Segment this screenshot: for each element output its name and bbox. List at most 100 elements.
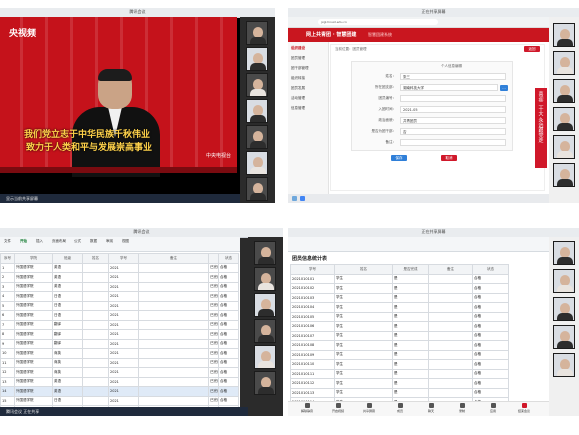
table-cell[interactable]: 12 (0, 367, 15, 378)
table-cell[interactable]: 合格 (472, 349, 509, 360)
member-id-field[interactable] (400, 95, 506, 102)
table-cell[interactable]: 日语 (52, 395, 83, 406)
table-cell[interactable] (82, 281, 109, 292)
table-cell[interactable]: 外国语学院 (14, 262, 53, 273)
meeting-control-button[interactable]: 录制 (451, 403, 473, 415)
participant-tile[interactable] (246, 73, 268, 97)
table-cell[interactable]: 合格 (218, 291, 239, 302)
table-cell[interactable] (138, 300, 209, 311)
table-cell[interactable] (82, 376, 109, 387)
table-cell[interactable]: 商英 (52, 357, 83, 368)
table-row[interactable]: 2021010113 学生是 合格 (290, 387, 509, 398)
table-cell[interactable] (428, 368, 473, 379)
table-cell[interactable]: 合格 (472, 340, 509, 351)
table-row[interactable]: 2外国语学院英语 2021 已完成合格 (0, 272, 239, 283)
table-cell[interactable] (138, 395, 209, 406)
table-cell[interactable]: 学生 (334, 273, 393, 284)
participant-tile[interactable] (254, 267, 276, 291)
table-cell[interactable]: 2021010103 (290, 292, 335, 303)
table-cell[interactable] (428, 311, 473, 322)
table-cell[interactable]: 11 (0, 357, 15, 368)
participant-tile[interactable] (553, 135, 575, 159)
table-cell[interactable]: 7 (0, 319, 15, 330)
table-cell[interactable] (428, 321, 473, 332)
table-cell[interactable] (82, 367, 109, 378)
table-cell[interactable]: 是 (392, 330, 429, 341)
participant-tile[interactable] (553, 79, 575, 103)
table-cell[interactable]: 13 (0, 376, 15, 387)
table-cell[interactable]: 2021010106 (290, 321, 335, 332)
table-cell[interactable]: 2021 (108, 291, 139, 302)
table-cell[interactable]: 是 (392, 349, 429, 360)
table-cell[interactable]: 外国语学院 (14, 319, 53, 330)
participant-tile[interactable] (246, 177, 268, 201)
table-cell[interactable]: 已完成 (208, 319, 219, 330)
table-cell[interactable] (428, 340, 473, 351)
table-cell[interactable]: 是 (392, 321, 429, 332)
table-cell[interactable]: 2021 (108, 319, 139, 330)
meeting-control-button[interactable]: 成员 (389, 403, 411, 415)
participant-tile[interactable] (254, 293, 276, 317)
ribbon-tab[interactable]: 视图 (122, 239, 129, 244)
table-cell[interactable]: 4 (0, 291, 15, 302)
table-cell[interactable] (428, 349, 473, 360)
table-cell[interactable]: 翻译 (52, 329, 83, 340)
table-cell[interactable]: 2021 (108, 300, 139, 311)
ribbon-tab[interactable]: 开始 (20, 239, 27, 244)
cadre-field[interactable]: 否 (400, 128, 506, 135)
table-cell[interactable]: 是 (392, 311, 429, 322)
table-cell[interactable]: 2 (0, 272, 15, 283)
column-header[interactable]: 备注 (428, 264, 473, 275)
table-cell[interactable]: 2021010111 (290, 368, 335, 379)
participant-tile[interactable] (246, 99, 268, 123)
table-row[interactable]: 2021010111 学生是 合格 (290, 368, 509, 379)
table-cell[interactable]: 学生 (334, 302, 393, 313)
table-cell[interactable]: 已完成 (208, 291, 219, 302)
browser-icon[interactable] (300, 196, 305, 201)
column-header[interactable]: 序号 (0, 253, 15, 264)
table-row[interactable]: 11外国语学院商英 2021 已完成合格 (0, 357, 239, 368)
column-header[interactable]: 姓名 (82, 253, 109, 264)
table-cell[interactable] (138, 376, 209, 387)
table-cell[interactable]: 合格 (472, 292, 509, 303)
table-cell[interactable]: 英语 (52, 376, 83, 387)
table-cell[interactable] (82, 310, 109, 321)
table-row[interactable]: 2021010106 学生是 合格 (290, 321, 509, 332)
participant-tile[interactable] (553, 241, 575, 265)
column-header[interactable]: 状态 (472, 264, 509, 275)
table-cell[interactable]: 外国语学院 (14, 329, 53, 340)
table-cell[interactable]: 学生 (334, 330, 393, 341)
table-cell[interactable]: 合格 (472, 302, 509, 313)
nav-item[interactable]: 团员发展 (291, 86, 323, 92)
ribbon-tab[interactable]: 数据 (90, 239, 97, 244)
column-header[interactable]: 班级 (52, 253, 83, 264)
table-cell[interactable]: 商英 (52, 367, 83, 378)
table-cell[interactable]: 合格 (472, 378, 509, 389)
table-cell[interactable]: 合格 (218, 357, 239, 368)
table-cell[interactable]: 翻译 (52, 338, 83, 349)
table-cell[interactable] (138, 329, 209, 340)
table-cell[interactable]: 已完成 (208, 348, 219, 359)
table-cell[interactable]: 6 (0, 310, 15, 321)
table-cell[interactable] (428, 330, 473, 341)
table-cell[interactable]: 是 (392, 292, 429, 303)
table-cell[interactable]: 2021010101 (290, 273, 335, 284)
nav-item[interactable]: 团员管理 (291, 56, 323, 62)
table-row[interactable]: 2021010105 学生是 合格 (290, 311, 509, 322)
table-cell[interactable]: 是 (392, 302, 429, 313)
participant-tile[interactable] (553, 23, 575, 47)
table-cell[interactable]: 外国语学院 (14, 357, 53, 368)
table-row[interactable]: 12外国语学院商英 2021 已完成合格 (0, 367, 239, 378)
table-cell[interactable]: 学生 (334, 368, 393, 379)
table-cell[interactable]: 学生 (334, 359, 393, 370)
remark-field[interactable] (400, 139, 506, 146)
table-row[interactable]: 2021010102 学生是 合格 (290, 283, 509, 294)
table-cell[interactable]: 2021 (108, 272, 139, 283)
table-cell[interactable]: 已完成 (208, 300, 219, 311)
column-header[interactable]: 学号 (108, 253, 139, 264)
table-row[interactable]: 2021010109 学生是 合格 (290, 349, 509, 360)
column-header[interactable]: 学院 (14, 253, 53, 264)
table-row[interactable]: 14外国语学院英语 2021 已完成合格 (0, 386, 239, 397)
table-cell[interactable]: 2021 (108, 348, 139, 359)
table-cell[interactable] (82, 348, 109, 359)
